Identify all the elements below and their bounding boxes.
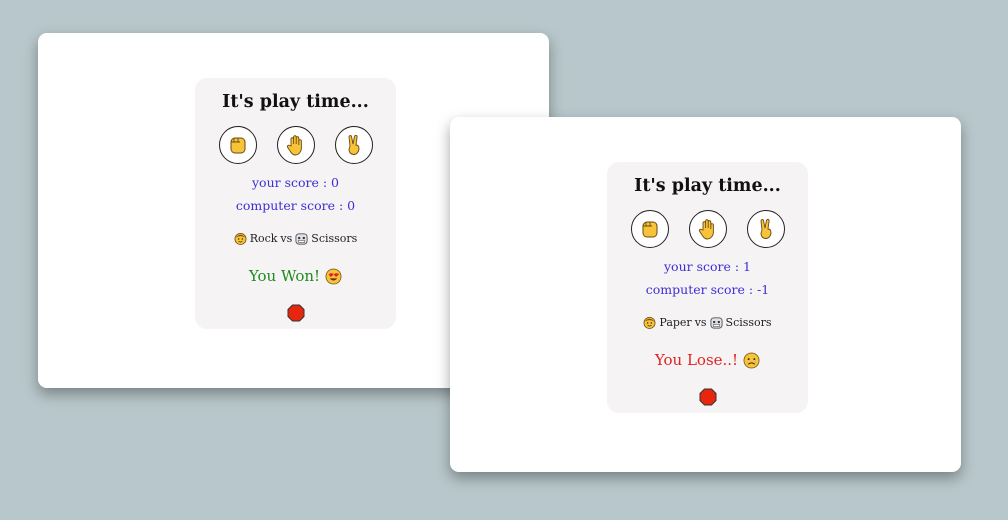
rock-button[interactable] (630, 210, 669, 248)
game-panel: It's play time... your score : 1 compute… (607, 162, 808, 413)
victory-hand-icon (760, 218, 771, 239)
result-text: You Won! (248, 267, 321, 285)
matchup: Rock vs Scissors (195, 232, 396, 245)
stop-sign-icon (287, 304, 304, 322)
computer-choice: Scissors (311, 232, 358, 245)
computer-choice: Scissors (725, 316, 772, 329)
fist-hand-icon (642, 221, 657, 238)
your-score: your score : 1 (663, 259, 751, 274)
computer-score: computer score : -1 (645, 282, 770, 297)
robot-face-icon (710, 317, 722, 329)
result-text: You Lose..! (654, 351, 739, 369)
game-panel: It's play time... your score : 0 compute… (195, 78, 396, 329)
computer-score: computer score : 0 (235, 198, 356, 213)
heart-eyes-face-icon (325, 268, 342, 284)
vs-label: vs (280, 232, 293, 245)
raised-hand-icon (286, 135, 302, 156)
stop-button[interactable] (607, 388, 808, 406)
robot-face-icon (295, 233, 308, 245)
victory-hand-icon (348, 134, 359, 155)
vs-label: vs (694, 316, 707, 329)
stop-sign-icon (699, 388, 716, 406)
rock-button[interactable] (218, 126, 257, 164)
player-choice: Paper (659, 316, 692, 329)
paper-button[interactable] (276, 126, 315, 164)
sad-face-icon (743, 352, 760, 368)
game-title: It's play time... (634, 176, 781, 196)
scissors-button[interactable] (746, 210, 785, 248)
raised-hand-icon (698, 219, 714, 240)
matchup: Paper vs Scissors (607, 316, 808, 329)
choice-buttons (195, 126, 396, 166)
game-window-2: It's play time... your score : 1 compute… (450, 117, 961, 472)
boy-face-icon (643, 317, 656, 329)
choice-buttons (607, 210, 808, 250)
game-title: It's play time... (222, 92, 369, 112)
boy-face-icon (234, 233, 247, 245)
stop-button[interactable] (195, 304, 396, 322)
paper-button[interactable] (688, 210, 727, 248)
player-choice: Rock (249, 232, 278, 245)
result: You Lose..! (607, 351, 808, 369)
fist-hand-icon (230, 137, 245, 154)
your-score: your score : 0 (251, 175, 339, 190)
scissors-button[interactable] (334, 126, 373, 164)
result: You Won! (195, 267, 396, 285)
